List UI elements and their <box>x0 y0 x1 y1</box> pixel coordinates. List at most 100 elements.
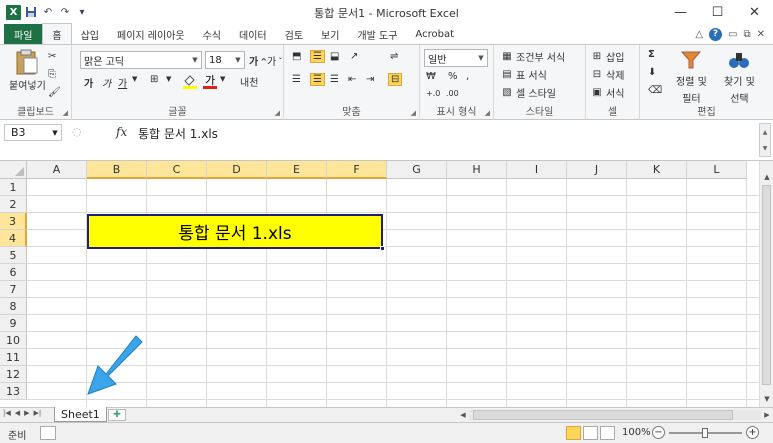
maximize-button[interactable]: ☐ <box>699 0 736 24</box>
tab-insert[interactable]: 삽입 <box>72 24 108 44</box>
column-header-j[interactable]: J <box>567 161 627 179</box>
tab-developer[interactable]: 개발 도구 <box>348 24 406 44</box>
decrease-indent-icon[interactable]: ⇤ <box>348 74 356 85</box>
merged-cell-b3-f4[interactable]: 통합 문서 1.xls <box>87 214 383 249</box>
delete-cells-button[interactable]: ⊟ 삭제 <box>590 67 625 82</box>
row-header-12[interactable]: 12 <box>0 366 27 383</box>
font-color-dropdown-icon[interactable]: ▼ <box>220 75 225 83</box>
format-table-button[interactable]: ▤ 표 서식 <box>500 67 547 82</box>
undo-icon[interactable]: ↶ <box>41 5 55 19</box>
column-header-f[interactable]: F <box>327 161 387 179</box>
macro-record-icon[interactable] <box>40 426 56 440</box>
row-header-2[interactable]: 2 <box>0 196 27 213</box>
copy-icon[interactable]: ⎘ <box>48 69 56 80</box>
minimize-button[interactable]: — <box>662 0 699 24</box>
doc-restore-icon[interactable]: ⧉ <box>743 29 750 40</box>
cell-styles-button[interactable]: ▧ 셀 스타일 <box>500 85 556 100</box>
column-header-c[interactable]: C <box>147 161 207 179</box>
shrink-font-button[interactable]: 가ˇ <box>267 53 282 69</box>
insert-cells-button[interactable]: ⊞ 삽입 <box>590 49 625 64</box>
column-header-b[interactable]: B <box>87 161 147 179</box>
wrap-text-icon[interactable]: ⇌ <box>390 51 398 62</box>
sheet-tab-sheet1[interactable]: Sheet1 <box>54 407 107 422</box>
align-left-icon[interactable]: ☰ <box>292 74 301 85</box>
row-header-13[interactable]: 13 <box>0 383 27 400</box>
phonetic-button[interactable]: 내천 <box>240 74 258 89</box>
orientation-icon[interactable]: ↗ <box>350 51 358 62</box>
horizontal-scroll-thumb[interactable] <box>473 410 733 420</box>
insert-sheet-icon[interactable]: ✚ <box>108 409 126 421</box>
normal-view-icon[interactable] <box>566 426 581 440</box>
zoom-slider[interactable] <box>669 428 742 438</box>
border-dropdown-icon[interactable]: ▼ <box>166 75 171 83</box>
scroll-left-icon[interactable]: ◀ <box>457 409 469 421</box>
select-all-corner[interactable] <box>0 161 27 179</box>
increase-indent-icon[interactable]: ⇥ <box>366 74 374 85</box>
clear-icon[interactable]: ⌫ <box>648 85 662 96</box>
align-right-icon[interactable]: ☰ <box>330 74 339 85</box>
zoom-level[interactable]: 100% <box>622 427 651 438</box>
decrease-decimal-icon[interactable]: .00 <box>446 89 459 98</box>
row-header-6[interactable]: 6 <box>0 264 27 281</box>
cut-icon[interactable]: ✂ <box>48 51 56 62</box>
column-header-d[interactable]: D <box>207 161 267 179</box>
underline-dropdown-icon[interactable]: ▼ <box>132 75 137 83</box>
align-center-icon[interactable]: ☰ <box>310 73 325 86</box>
row-header-10[interactable]: 10 <box>0 332 27 349</box>
font-color-icon[interactable]: 가 <box>202 73 218 89</box>
name-box[interactable]: B3 ▼ <box>4 124 62 141</box>
scroll-down-icon[interactable]: ▼ <box>760 393 773 405</box>
find-select-button[interactable]: 찾기 및 선택 <box>724 49 755 105</box>
number-launcher-icon[interactable]: ◢ <box>485 109 490 117</box>
doc-close-icon[interactable]: ✕ <box>757 29 765 40</box>
grow-font-button[interactable]: 가 ^ <box>249 53 267 69</box>
percent-icon[interactable]: % <box>448 71 458 82</box>
redo-icon[interactable]: ↷ <box>58 5 72 19</box>
row-header-1[interactable]: 1 <box>0 179 27 196</box>
align-top-icon[interactable]: ⬒ <box>292 51 301 62</box>
column-header-e[interactable]: E <box>267 161 327 179</box>
conditional-format-button[interactable]: ▦ 조건부 서식 <box>500 49 565 64</box>
row-header-5[interactable]: 5 <box>0 247 27 264</box>
excel-logo-icon[interactable]: X <box>6 4 21 20</box>
formula-content[interactable]: 통합 문서 1.xls <box>138 125 218 142</box>
vertical-scrollbar[interactable]: ▲ ▼ <box>759 161 773 407</box>
fill-icon[interactable]: ⬇ <box>648 67 656 78</box>
zoom-out-icon[interactable]: − <box>652 426 665 439</box>
tab-home[interactable]: 홈 <box>42 23 72 44</box>
font-size-combo[interactable]: 18 ▼ <box>205 51 245 69</box>
row-header-9[interactable]: 9 <box>0 315 27 332</box>
column-header-a[interactable]: A <box>27 161 87 179</box>
format-cells-button[interactable]: ▣ 서식 <box>590 85 624 100</box>
comma-icon[interactable]: , <box>466 71 469 82</box>
ribbon-collapse-icon[interactable]: △ <box>695 29 703 40</box>
customize-qat-icon[interactable]: ▾ <box>75 5 89 19</box>
clipboard-launcher-icon[interactable]: ◢ <box>63 109 68 117</box>
insert-function-icon[interactable]: fx <box>116 125 127 139</box>
bold-button[interactable]: 가 <box>84 75 93 90</box>
formula-expand-control[interactable]: ▲ ▼ <box>759 123 771 157</box>
tab-view[interactable]: 보기 <box>312 24 348 44</box>
fill-color-icon[interactable] <box>182 73 198 89</box>
tab-page-layout[interactable]: 페이지 레이아웃 <box>108 24 194 44</box>
autosum-button[interactable]: Σ <box>648 49 655 60</box>
row-header-3[interactable]: 3 <box>0 213 27 230</box>
next-sheet-icon[interactable]: ▶ <box>24 409 29 417</box>
tab-data[interactable]: 데이터 <box>230 24 276 44</box>
first-sheet-icon[interactable]: |◀ <box>3 409 11 417</box>
help-icon[interactable]: ? <box>709 27 723 41</box>
save-icon[interactable] <box>24 5 38 19</box>
sort-filter-button[interactable]: 정렬 및 필터 <box>676 49 707 105</box>
align-bottom-icon[interactable]: ⬓ <box>330 51 339 62</box>
border-icon[interactable]: ⊞ <box>150 74 158 85</box>
number-format-combo[interactable]: 일반 ▼ <box>424 49 488 67</box>
row-header-11[interactable]: 11 <box>0 349 27 366</box>
font-launcher-icon[interactable]: ◢ <box>275 109 280 117</box>
tab-file[interactable]: 파일 <box>4 24 43 44</box>
italic-button[interactable]: 가 <box>102 75 111 90</box>
tab-acrobat[interactable]: Acrobat <box>406 24 463 44</box>
column-header-i[interactable]: I <box>507 161 567 179</box>
column-header-h[interactable]: H <box>447 161 507 179</box>
prev-sheet-icon[interactable]: ◀ <box>15 409 20 417</box>
vertical-scroll-thumb[interactable] <box>762 185 771 385</box>
